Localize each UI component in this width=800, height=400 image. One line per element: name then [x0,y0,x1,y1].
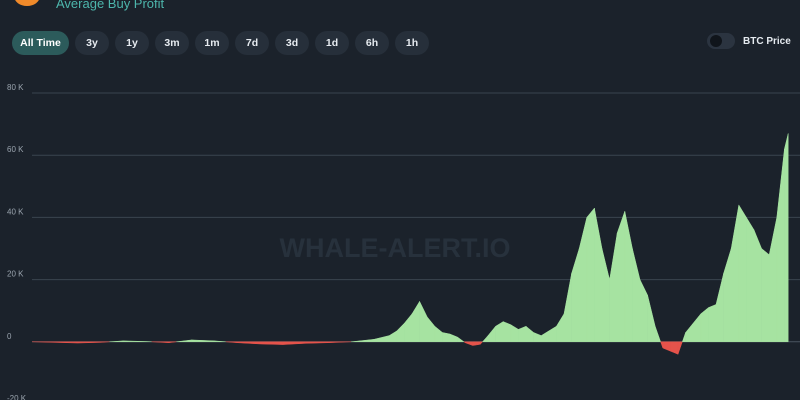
area-segment [753,229,762,343]
area-segment [472,341,481,346]
area-segment [54,341,78,344]
area-segment [670,341,679,355]
area-segment [660,341,664,349]
area-segment [692,313,702,343]
y-tick-label: 20 K [7,270,24,279]
y-tick-label: 80 K [7,83,24,92]
area-segment [632,248,641,343]
area-segment [487,325,496,343]
area-segment [434,325,443,343]
average-buy-profit-chart: WHALE-ALERT.IO 80 K 60 K 40 K 20 K 0 -20 K [7,83,800,400]
y-tick-label: 60 K [7,145,24,154]
area-segment [681,332,686,343]
area-segment [480,341,484,345]
area-segment [639,279,648,343]
area-segment [122,340,147,343]
area-segment [723,248,732,343]
area-segment [768,217,778,343]
area-segment [404,313,413,343]
watermark: WHALE-ALERT.IO [280,233,511,263]
area-segment [419,301,428,343]
area-segment [746,216,755,343]
area-segment [525,325,534,343]
area-segment [647,295,656,343]
area-segment [776,148,785,343]
area-segment [457,336,465,343]
area-segment [616,211,626,343]
area-segment [624,211,633,343]
area-segment [609,232,618,343]
area-segment [556,312,565,343]
area-segment [594,208,603,343]
area-segment [442,332,451,343]
area-segment [411,300,420,343]
area-segment [662,341,671,352]
area-segment [282,341,306,345]
area-segment [77,341,101,344]
area-segment [396,322,405,343]
area-segment [100,341,110,343]
area-segment [548,325,557,343]
area-segment [571,248,580,343]
area-segment [236,341,261,345]
area-segment [388,330,398,343]
area-segment [259,341,284,345]
area-segment [482,334,489,343]
area-segment [654,326,661,343]
area-segment [31,341,56,343]
y-tick-label: 40 K [7,207,24,216]
area-segment [685,322,694,343]
area-segment [700,307,709,343]
area-segment [502,321,512,343]
area-segment [540,330,550,343]
area-segment [533,332,542,343]
area-segment [563,273,572,343]
area-segment [677,341,683,355]
area-segment [586,207,595,343]
area-segment [351,339,375,343]
area-segment [730,204,740,343]
area-segment [305,341,329,344]
area-segment [510,324,519,343]
area-segment [761,247,770,343]
area-segment [373,335,390,343]
area-segment [784,133,789,343]
area-segment [449,333,458,343]
area-segment [518,325,527,343]
area-segment [176,339,192,343]
area-segment [464,341,474,346]
area-segment [715,273,724,343]
y-tick-label: 0 [7,332,12,341]
area-segment [191,339,215,343]
area-segment [426,316,436,343]
y-tick-label: -20 K [7,394,27,400]
tick-layer: 80 K 60 K 40 K 20 K 0 -20 K [7,83,27,400]
area-segment [708,304,717,343]
area-segment [601,248,610,343]
area-segment [578,217,588,343]
area-segment [495,321,504,343]
area-segment [738,204,747,343]
